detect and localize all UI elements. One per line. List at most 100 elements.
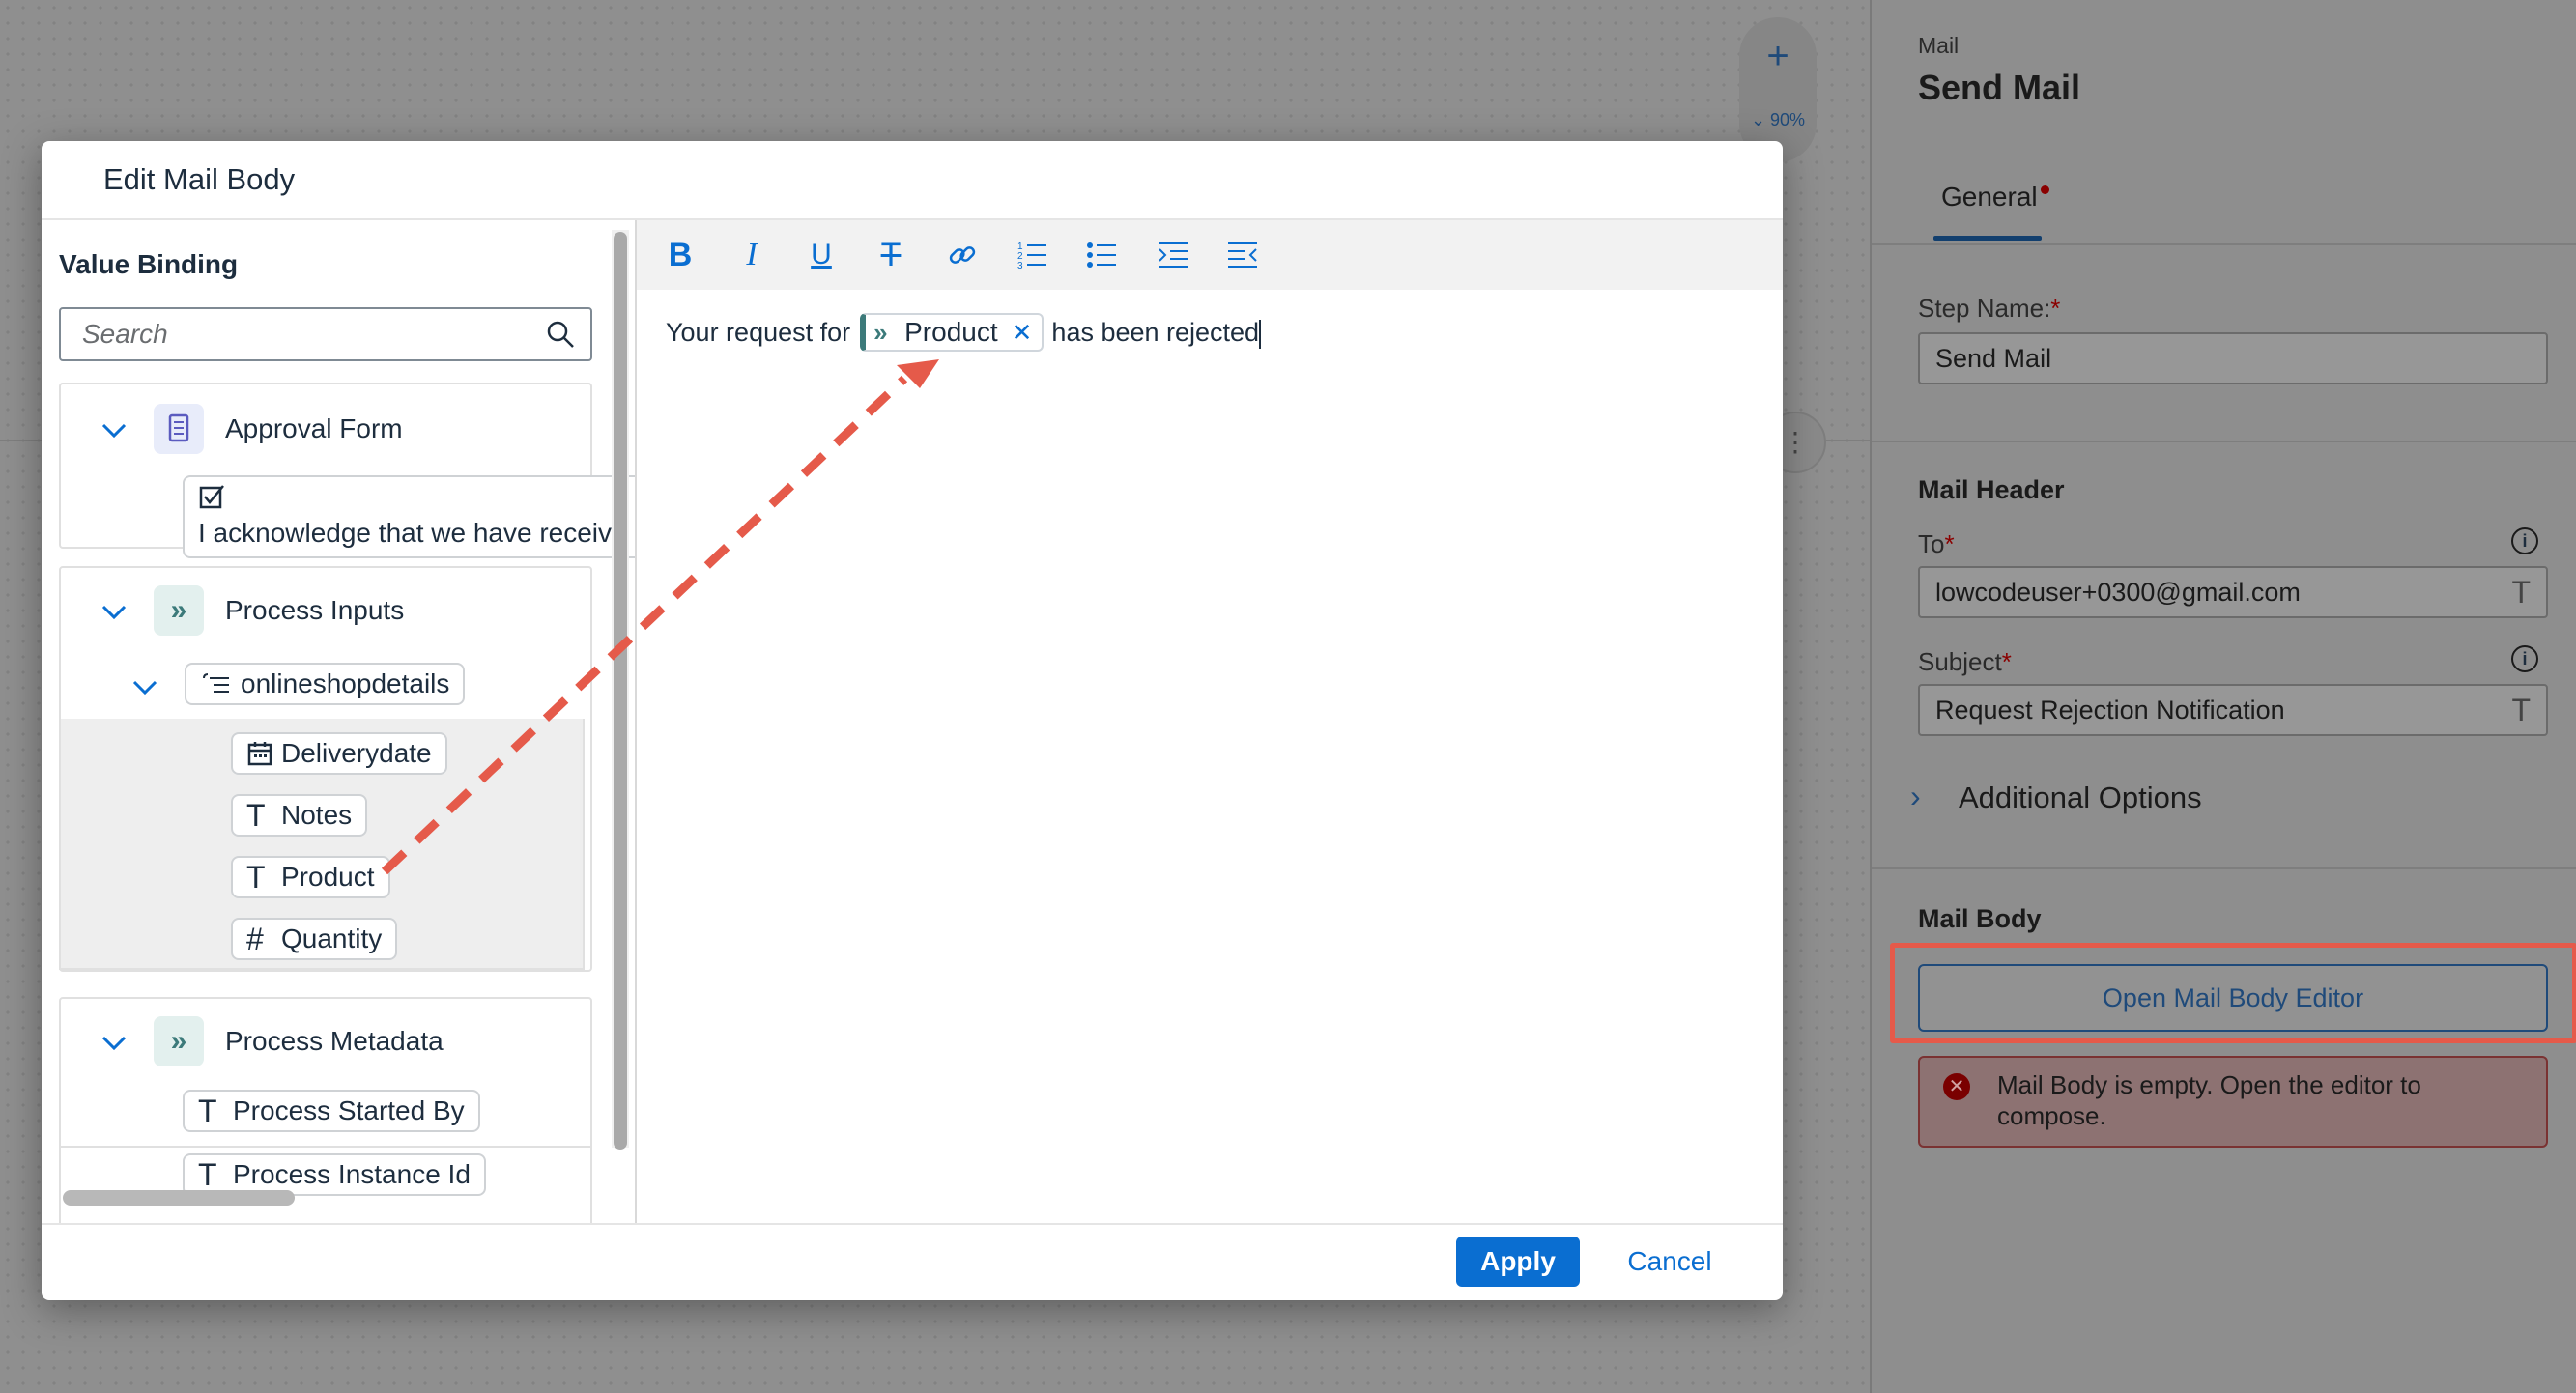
- metadata-divider: [59, 1146, 592, 1148]
- vertical-scrollbar[interactable]: [614, 232, 627, 1150]
- info-icon[interactable]: i: [2511, 527, 2538, 554]
- section-divider: [1872, 867, 2576, 869]
- to-label: To*: [1918, 529, 1955, 559]
- outdent-icon: [1228, 242, 1257, 268]
- text-type-icon: T: [198, 1094, 217, 1128]
- info-icon[interactable]: i: [2511, 645, 2538, 672]
- chevron-down-icon[interactable]: [100, 421, 129, 441]
- editor-text-after: has been rejected: [1051, 318, 1260, 347]
- link-icon: [949, 246, 976, 264]
- to-field[interactable]: lowcodeuser+0300@gmail.com T: [1918, 566, 2548, 618]
- text-caret: [1259, 319, 1262, 349]
- step-title: Send Mail: [1918, 68, 2081, 107]
- bullet-list-icon: [1087, 242, 1116, 268]
- search-icon[interactable]: [546, 320, 575, 349]
- required-mark: *: [1944, 529, 1955, 558]
- error-message-strip: ✕ Mail Body is empty. Open the editor to…: [1918, 1056, 2548, 1148]
- strikethrough-button[interactable]: T: [869, 234, 913, 276]
- process-started-by-label: Process Started By: [233, 1095, 465, 1125]
- ordered-list-button[interactable]: 123: [1010, 234, 1054, 276]
- apply-button[interactable]: Apply: [1456, 1237, 1580, 1287]
- additional-options-toggle[interactable]: Additional Options: [1959, 781, 2202, 815]
- indent-button[interactable]: [1151, 234, 1195, 276]
- mail-body-editor[interactable]: Your request for » Product ✕ has been reject…: [637, 290, 1783, 1223]
- tab-divider: [1872, 243, 2576, 245]
- open-mail-body-editor-button[interactable]: Open Mail Body Editor: [1918, 964, 2548, 1032]
- acknowledge-label: I acknowledge that we have receiv: [198, 518, 613, 548]
- subject-label: Subject*: [1918, 647, 2012, 677]
- remove-token-icon[interactable]: ✕: [1012, 318, 1033, 347]
- bullet-list-button[interactable]: [1079, 234, 1124, 276]
- calendar-icon: [247, 742, 272, 766]
- approval-form-label: Approval Form: [225, 413, 403, 443]
- tab-underline: [1933, 236, 2042, 241]
- product-binding-label: Product: [904, 317, 998, 347]
- chevron-right-icon[interactable]: ›: [1910, 779, 1921, 814]
- outdent-button[interactable]: [1220, 234, 1265, 276]
- product-binding-token[interactable]: » Product ✕: [860, 313, 1045, 352]
- horizontal-scrollbar[interactable]: [63, 1190, 295, 1206]
- section-divider: [1872, 441, 2576, 442]
- mail-header-title: Mail Header: [1918, 475, 2065, 504]
- text-type-icon: T: [246, 860, 266, 895]
- step-name-label: Step Name:*: [1918, 294, 2060, 324]
- product-token[interactable]: T Product: [231, 856, 390, 898]
- indent-icon: [1159, 242, 1188, 268]
- process-inputs-label: Process Inputs: [225, 595, 405, 625]
- text-type-icon: T: [2511, 575, 2531, 610]
- notes-label: Notes: [281, 800, 353, 830]
- to-value: lowcodeuser+0300@gmail.com: [1935, 578, 2301, 607]
- dialog-footer-divider: [42, 1223, 1783, 1225]
- required-mark: *: [2001, 647, 2012, 676]
- zoom-level[interactable]: ⌄ 90%: [1739, 110, 1817, 130]
- chevrons-icon: »: [170, 594, 187, 626]
- link-button[interactable]: [940, 234, 985, 276]
- bold-button[interactable]: B: [658, 234, 702, 276]
- editor-content: Your request for » Product ✕ has been reject…: [666, 313, 1262, 352]
- required-dot-icon: [2040, 185, 2049, 194]
- dialog-title: Edit Mail Body: [103, 162, 296, 196]
- process-inputs-icon: »: [154, 585, 204, 636]
- tab-general-label: General: [1941, 182, 2038, 212]
- quantity-label: Quantity: [281, 924, 383, 953]
- onlineshopdetails-label: onlineshopdetails: [241, 668, 450, 698]
- step-name-field[interactable]: Send Mail: [1918, 332, 2548, 384]
- italic-button[interactable]: I: [730, 234, 774, 276]
- search-placeholder: Search: [82, 319, 168, 349]
- required-mark: *: [2050, 294, 2061, 323]
- form-icon: [154, 404, 204, 454]
- zoom-in-button[interactable]: +: [1739, 35, 1817, 78]
- error-message-text: Mail Body is empty. Open the editor to c…: [1997, 1070, 2421, 1130]
- subject-label-text: Subject: [1918, 647, 2002, 676]
- product-label: Product: [281, 862, 375, 892]
- quantity-token[interactable]: # Quantity: [231, 918, 398, 960]
- number-type-icon: #: [246, 922, 264, 956]
- checkbox-icon: [199, 485, 224, 509]
- underline-button[interactable]: U: [799, 234, 844, 276]
- tab-general[interactable]: General: [1941, 182, 2049, 213]
- search-input[interactable]: Search: [59, 307, 592, 361]
- cancel-button[interactable]: Cancel: [1617, 1237, 1723, 1287]
- properties-panel: Mail Send Mail General Step Name:* Send …: [1870, 0, 2576, 1393]
- deliverydate-token[interactable]: Deliverydate: [231, 732, 447, 775]
- onlineshopdetails-token[interactable]: onlineshopdetails: [185, 663, 466, 705]
- chevron-down-icon[interactable]: [100, 1034, 129, 1053]
- acknowledge-token[interactable]: I acknowledge that we have receiv: [183, 475, 641, 558]
- svg-text:3: 3: [1017, 261, 1023, 271]
- step-type-label: Mail: [1918, 33, 1960, 58]
- text-type-icon: T: [198, 1157, 217, 1192]
- subject-value: Request Rejection Notification: [1935, 696, 2285, 725]
- text-type-icon: T: [246, 798, 266, 833]
- value-binding-panel: Value Binding Search Approval Form I ack…: [42, 220, 641, 1223]
- subject-field[interactable]: Request Rejection Notification T: [1918, 684, 2548, 736]
- deliverydate-label: Deliverydate: [281, 738, 432, 768]
- chevron-down-icon[interactable]: [130, 678, 159, 697]
- process-started-by-token[interactable]: T Process Started By: [183, 1090, 480, 1132]
- notes-token[interactable]: T Notes: [231, 794, 368, 837]
- process-metadata-label: Process Metadata: [225, 1026, 444, 1056]
- value-binding-title: Value Binding: [59, 249, 239, 279]
- chevrons-icon: »: [170, 1025, 187, 1057]
- text-type-icon: T: [2511, 693, 2531, 727]
- chevron-down-icon[interactable]: [100, 603, 129, 622]
- structure-icon: [203, 673, 229, 693]
